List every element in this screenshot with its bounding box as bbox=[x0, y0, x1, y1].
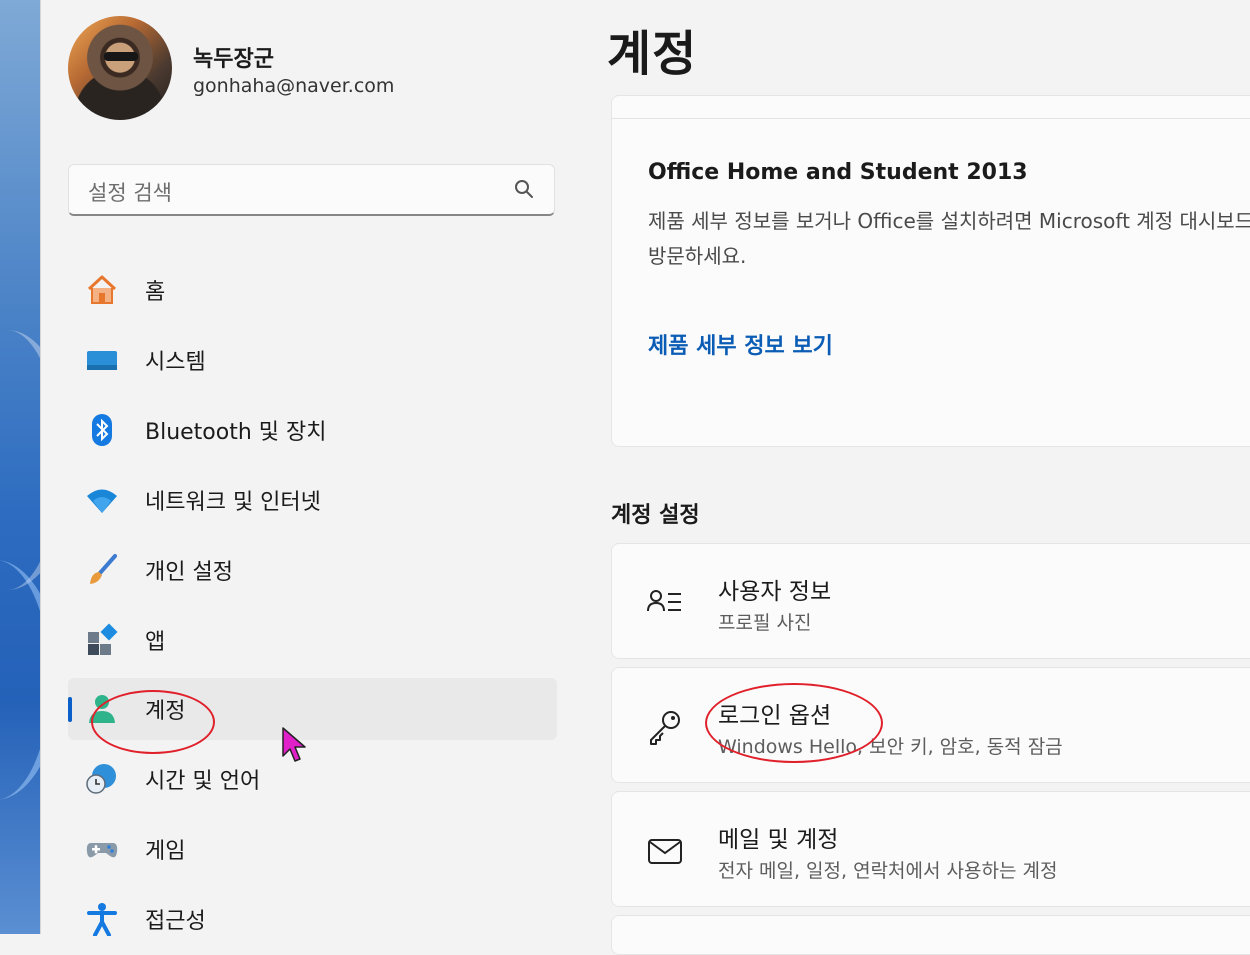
sidebar-item-time-language[interactable]: 시간 및 언어 bbox=[68, 748, 557, 810]
system-icon bbox=[87, 351, 117, 370]
office-description: 제품 세부 정보를 보거나 Office를 설치하려면 Microsoft 계정… bbox=[648, 209, 1250, 268]
person-list-icon bbox=[647, 590, 681, 612]
sidebar-item-label: 앱 bbox=[145, 630, 166, 655]
setting-title: 사용자 정보 bbox=[718, 579, 832, 605]
wifi-icon bbox=[87, 489, 117, 513]
sidebar-item-apps[interactable]: 앱 bbox=[68, 609, 557, 671]
gamepad-icon bbox=[86, 843, 118, 858]
search-placeholder: 설정 검색 bbox=[88, 181, 172, 205]
desktop-wallpaper bbox=[0, 0, 40, 934]
sidebar-item-label: 시스템 bbox=[145, 350, 206, 375]
brush-icon bbox=[90, 554, 117, 584]
setting-subtitle: 전자 메일, 일정, 연락처에서 사용하는 계정 bbox=[718, 860, 1058, 882]
sidebar-item-label: 시간 및 언어 bbox=[145, 769, 261, 794]
time-language-icon bbox=[86, 764, 116, 794]
home-icon bbox=[87, 275, 117, 304]
mail-icon bbox=[648, 839, 682, 864]
setting-row-your-info[interactable]: 사용자 정보 프로필 사진 bbox=[611, 543, 1250, 659]
annotation-circle-sign-in bbox=[705, 683, 883, 763]
card-divider bbox=[612, 118, 1250, 119]
accessibility-icon bbox=[87, 903, 117, 936]
sidebar-item-label: 개인 설정 bbox=[145, 560, 233, 585]
product-details-link[interactable]: 제품 세부 정보 보기 bbox=[648, 328, 833, 360]
profile-email: gonhaha@naver.com bbox=[193, 75, 395, 97]
sidebar-item-accessibility[interactable]: 접근성 bbox=[68, 888, 557, 950]
sidebar-item-label: 접근성 bbox=[145, 909, 206, 934]
sidebar-item-gaming[interactable]: 게임 bbox=[68, 818, 557, 880]
sidebar-item-label: 홈 bbox=[145, 280, 166, 305]
bluetooth-icon bbox=[92, 414, 112, 446]
sidebar-item-label: Bluetooth 및 장치 bbox=[145, 420, 327, 445]
office-card: Office Home and Student 2013 제품 세부 정보를 보… bbox=[611, 95, 1250, 447]
setting-row-email-accounts[interactable]: 메일 및 계정 전자 메일, 일정, 연락처에서 사용하는 계정 bbox=[611, 791, 1250, 907]
sidebar-item-bluetooth[interactable]: Bluetooth 및 장치 bbox=[68, 399, 557, 461]
cursor-icon bbox=[282, 727, 306, 762]
search-input[interactable]: 설정 검색 bbox=[68, 164, 555, 216]
search-icon bbox=[515, 180, 533, 198]
sidebar-item-home[interactable]: 홈 bbox=[68, 259, 557, 321]
sidebar-item-label: 네트워크 및 인터넷 bbox=[145, 490, 321, 515]
annotation-circle-accounts bbox=[91, 690, 215, 754]
apps-icon bbox=[88, 623, 118, 655]
setting-row-partial[interactable] bbox=[611, 915, 1250, 955]
sidebar-item-network[interactable]: 네트워크 및 인터넷 bbox=[68, 469, 557, 531]
sidebar-item-personalization[interactable]: 개인 설정 bbox=[68, 539, 557, 601]
key-icon bbox=[650, 711, 680, 745]
office-product-title: Office Home and Student 2013 bbox=[648, 160, 1028, 185]
profile-name: 녹두장군 bbox=[193, 47, 274, 72]
page-title: 계정 bbox=[607, 26, 698, 82]
sidebar-item-system[interactable]: 시스템 bbox=[68, 329, 557, 391]
setting-subtitle: 프로필 사진 bbox=[718, 612, 812, 634]
settings-window: 녹두장군 gonhaha@naver.com 설정 검색 홈 시스템 Bluet… bbox=[40, 0, 1250, 955]
selection-indicator bbox=[68, 697, 72, 722]
avatar[interactable] bbox=[68, 16, 172, 120]
sidebar-item-label: 게임 bbox=[145, 839, 186, 864]
section-header: 계정 설정 bbox=[611, 503, 700, 528]
setting-title: 메일 및 계정 bbox=[718, 827, 839, 853]
